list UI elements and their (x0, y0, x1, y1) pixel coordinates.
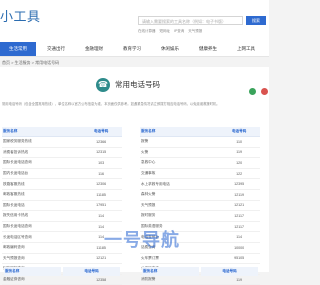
service-name: 天气预报查询 (2, 253, 81, 265)
service-name: 铁路客服热线 (2, 178, 81, 190)
hot-link[interactable]: IP查询 (174, 29, 184, 33)
phone-number[interactable]: 12117 (218, 221, 260, 233)
column-header: 服务名称 (2, 127, 81, 137)
phone-table-right: 服务名称 电话号码 报警 110 火警 119 急救中心 120 交通事故 122 水上求救专用… (140, 127, 260, 285)
phone-number[interactable]: 10000 (218, 242, 260, 254)
column-header: 电话号码 (218, 127, 260, 137)
table-row: 国际长途电话 17951 (2, 200, 122, 212)
nav-item-leisure[interactable]: 休闲娱乐 (152, 42, 188, 56)
main-nav: 生活常用 交通出行 金融理财 教育学习 休闲娱乐 健康养生 上网工具 (0, 42, 269, 57)
phone-number[interactable]: 12119 (218, 189, 260, 201)
service-name: 报警 (140, 136, 219, 148)
column-header: 电话号码 (80, 127, 122, 137)
service-name: 火车票订票 (140, 253, 219, 265)
search-input[interactable]: 请输入需要搜索的工具名称（例如：电子书版） (138, 16, 243, 25)
table-row: 邮政客服热线 11185 (2, 189, 122, 201)
table-row: 水上求救专用电话 12395 (140, 178, 260, 190)
service-name: 邮政编码查询 (2, 242, 81, 254)
service-name: 邮政客服热线 (2, 189, 81, 201)
phone-number[interactable]: 116 (80, 168, 122, 180)
service-name: 报时服务 (140, 210, 219, 222)
service-name: 国际长途电话 (2, 200, 81, 212)
phone-number[interactable]: 95105 (218, 253, 260, 265)
table-row: 火车票订票 95105 (140, 253, 260, 265)
phone-number[interactable]: 12117 (218, 210, 260, 222)
nav-item-finance[interactable]: 金融理财 (76, 42, 112, 56)
table-row: 国内长途电话台 116 (2, 168, 122, 180)
nav-item-health[interactable]: 健康养生 (190, 42, 226, 56)
hot-links: 在线计算器 短网址 IP查询 天气预报 (138, 29, 205, 34)
phone-number[interactable]: 119 (218, 147, 260, 159)
phone-number[interactable]: 114 (80, 210, 122, 222)
phone-number[interactable]: 110 (218, 136, 260, 148)
site-header: 小工具 请输入需要搜索的工具名称（例如：电子书版） 搜索 在线计算器 短网址 I… (0, 0, 269, 42)
phone-number[interactable]: 12306 (80, 178, 122, 190)
weibo-icon[interactable] (261, 88, 269, 95)
phone-number[interactable]: 12366 (80, 136, 122, 148)
phone-number[interactable]: 12395 (218, 178, 260, 190)
phone-number[interactable]: 11185 (80, 189, 122, 201)
service-name: 消费者投诉热线 (2, 147, 81, 159)
service-name: 急救中心 (140, 157, 219, 169)
service-name: 国际长途电话查询 (2, 221, 81, 233)
page-notice: 常用电话号码（包含全国常用热线），单位名称以官方公布信息为准，本页面仅供参考。如… (2, 102, 220, 106)
phone-table-left: 服务名称 电话号码 国家税务服务热线 12366 消费者投诉热线 12315 国际长途电… (2, 127, 122, 285)
table-row: 天气预报 12121 (140, 200, 260, 212)
phone-number[interactable]: 12121 (218, 200, 260, 212)
table-row: 森林火警 12119 (140, 189, 260, 201)
hot-link[interactable]: 在线计算器 (138, 29, 156, 33)
phone-number[interactable]: 120 (218, 157, 260, 169)
table-row: 国家税务服务热线 12366 (2, 136, 122, 148)
service-name: 国家税务服务热线 (2, 136, 81, 148)
phone-number[interactable]: 12315 (80, 147, 122, 159)
hot-link[interactable]: 短网址 (159, 29, 170, 33)
table-row: 消费者投诉热线 12315 (2, 147, 122, 159)
hot-link[interactable]: 天气预报 (188, 29, 202, 33)
breadcrumb: 首页 > 生活服务 > 常用电话号码 (2, 60, 60, 65)
service-name: 长途电话区号查询 (2, 231, 81, 243)
phone-icon: ☎ (96, 78, 110, 92)
service-name: 水上求救专用电话 (140, 178, 219, 190)
service-name: 交通事故 (140, 168, 219, 180)
service-name: 火警 (140, 147, 219, 159)
site-logo[interactable]: 小工具 (0, 6, 41, 25)
wechat-icon[interactable] (249, 88, 256, 95)
service-name: 森林火警 (140, 189, 219, 201)
service-name: 国内长途电话台 (2, 168, 81, 180)
column-header: 服务名称 (140, 127, 219, 137)
service-name: 报失信用卡热线 (2, 210, 81, 222)
table-row: 交通事故 122 (140, 168, 260, 180)
phone-number[interactable]: 17951 (80, 200, 122, 212)
page-title: 常用电话号码 (115, 80, 160, 89)
table-row: 急救中心 120 (140, 157, 260, 169)
phone-number[interactable]: 12121 (80, 253, 122, 265)
nav-item-life[interactable]: 生活常用 (0, 42, 36, 56)
table-row: 报失信用卡热线 114 (2, 210, 122, 222)
nav-item-web-tools[interactable]: 上网工具 (228, 42, 264, 56)
phone-number[interactable]: 103 (80, 157, 122, 169)
table-row: 国际长途电话查询 103 (2, 157, 122, 169)
phone-number[interactable]: 114 (218, 231, 260, 243)
search-button[interactable]: 搜索 (246, 16, 266, 25)
table-row: 天气预报查询 12121 (2, 253, 122, 265)
table-row: 报警 110 (140, 136, 260, 148)
service-name: 国际长途电话查询 (2, 157, 81, 169)
share-icons (248, 82, 269, 100)
watermark-logo: 一号导航 (104, 230, 180, 250)
table-row: 铁路客服热线 12306 (2, 178, 122, 190)
phone-number[interactable]: 122 (218, 168, 260, 180)
nav-item-education[interactable]: 教育学习 (114, 42, 150, 56)
nav-item-traffic[interactable]: 交通出行 (38, 42, 74, 56)
service-name: 天气预报 (140, 200, 219, 212)
table-row: 火警 119 (140, 147, 260, 159)
table-row: 报时服务 12117 (140, 210, 260, 222)
